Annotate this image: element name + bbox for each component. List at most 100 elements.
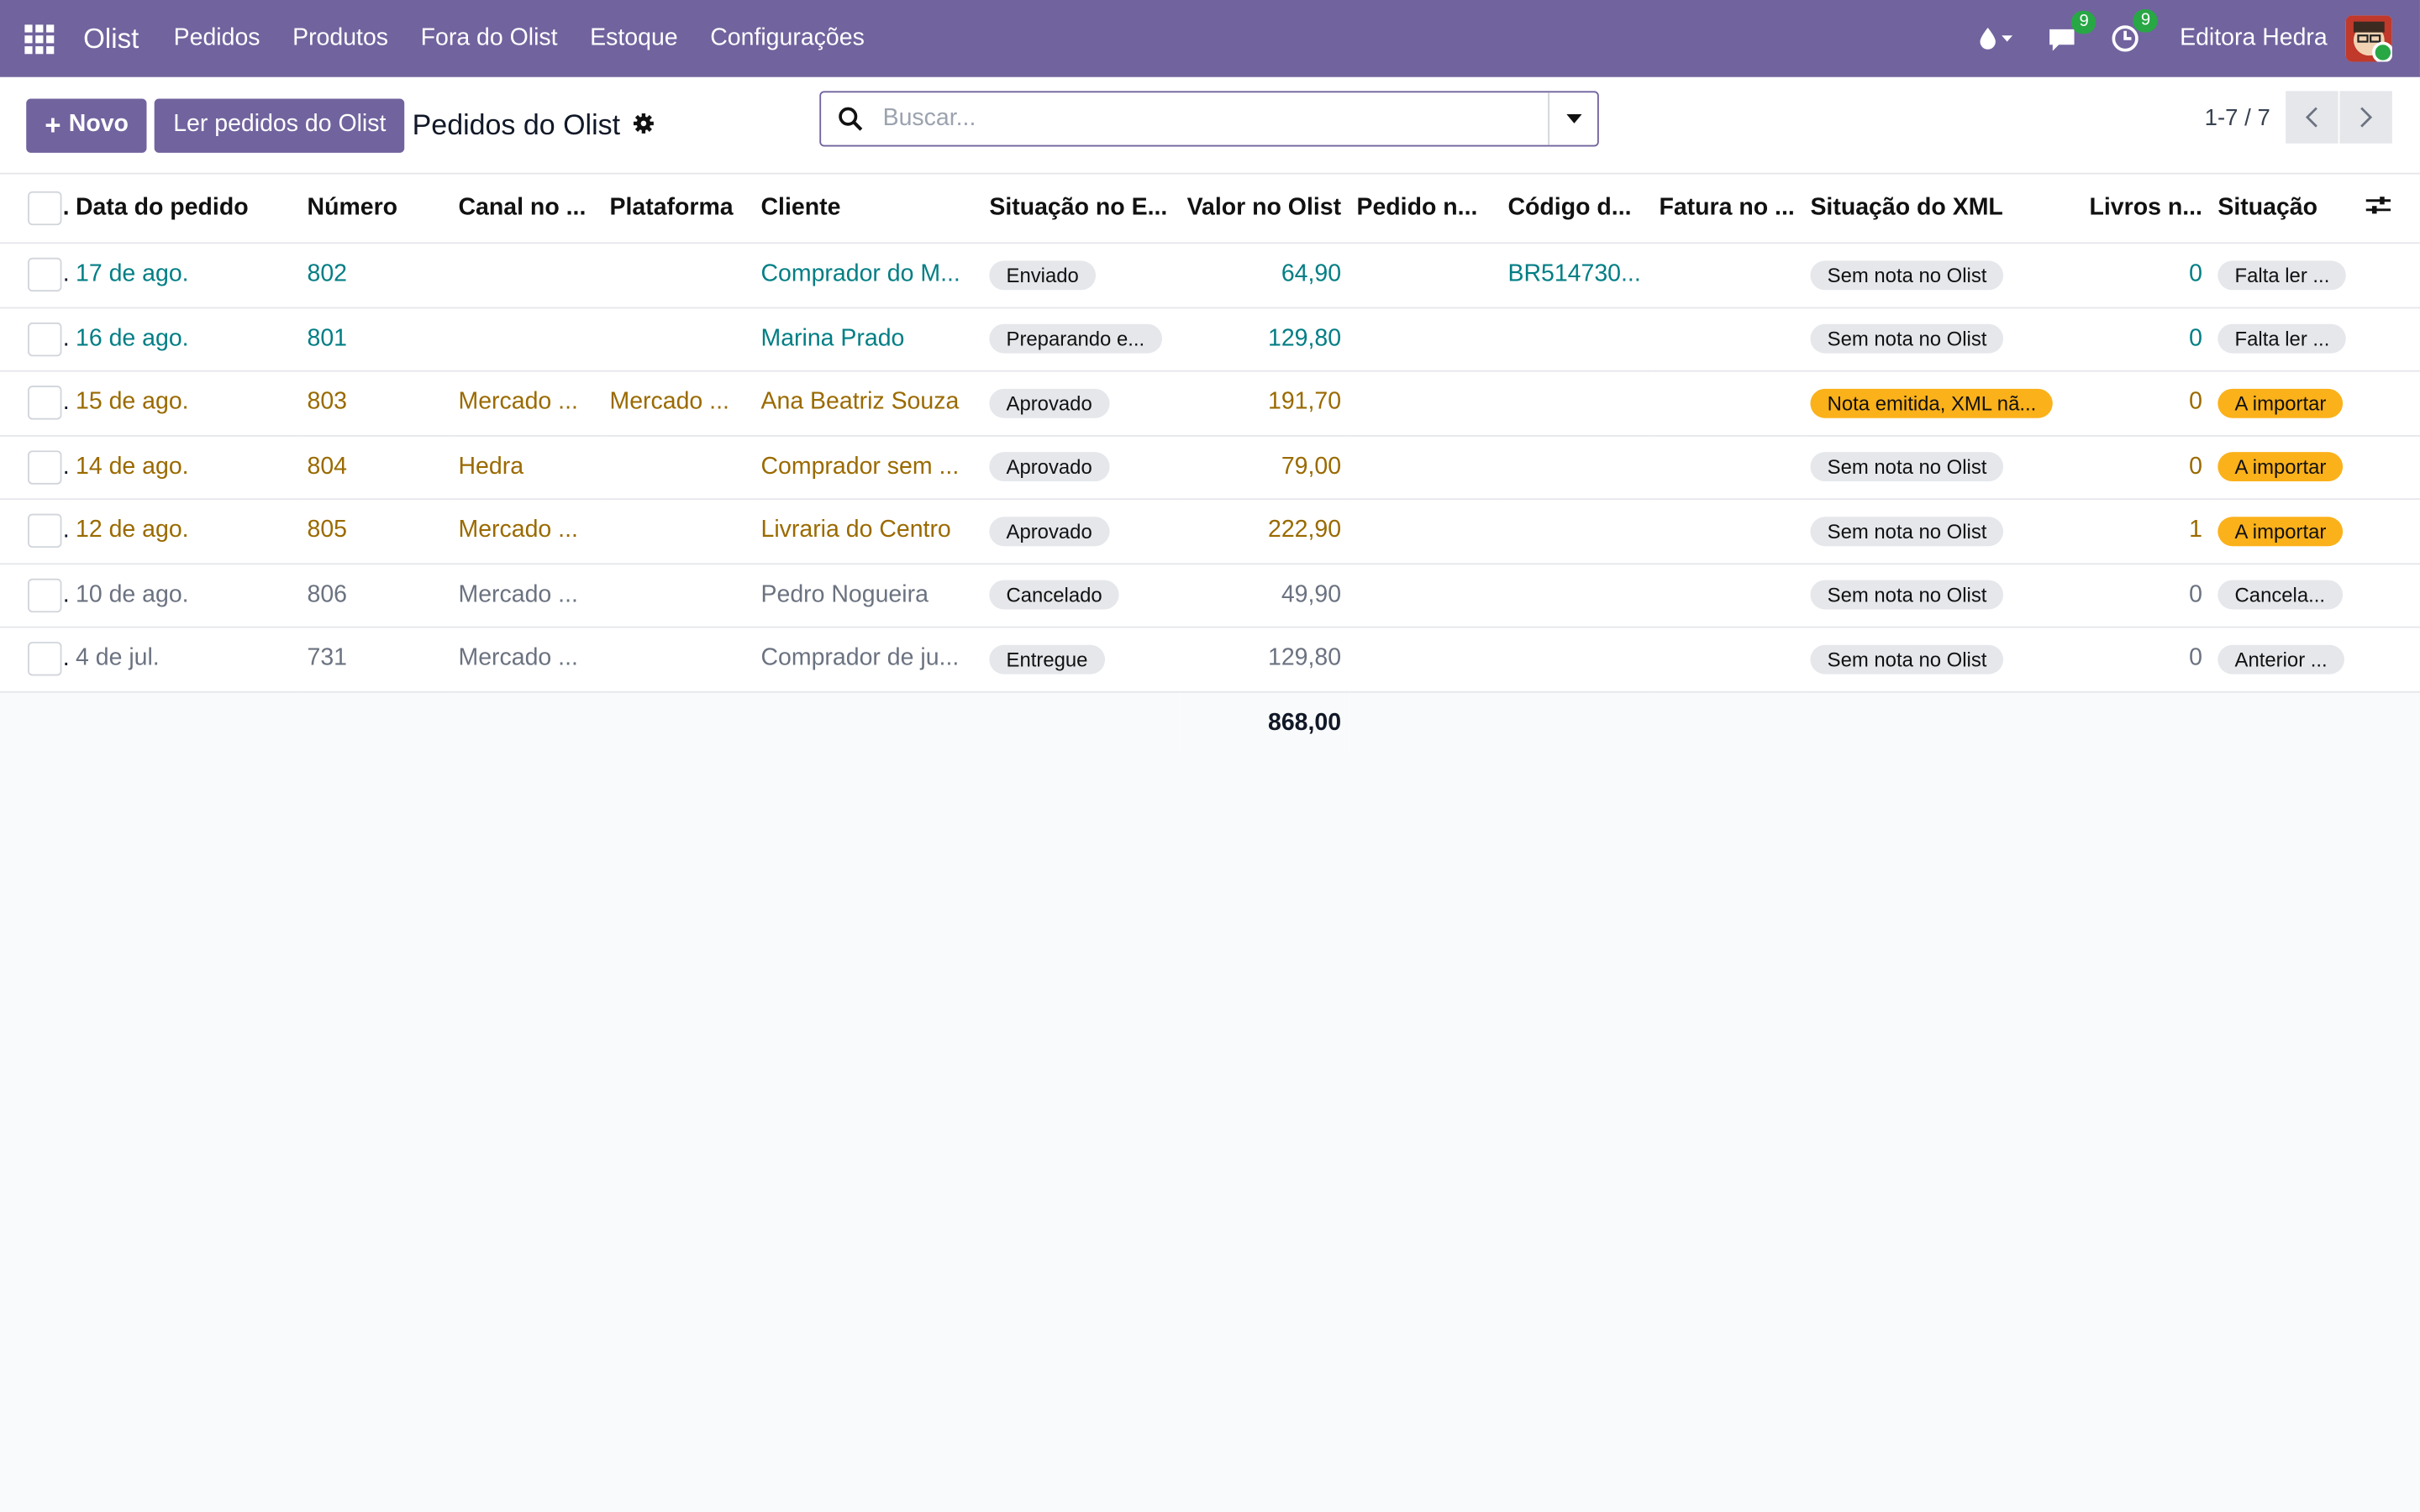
order-date[interactable]: 12 de ago.: [67, 499, 300, 564]
sales-channel[interactable]: Hedra: [450, 434, 602, 501]
new-button[interactable]: + Novo: [26, 97, 147, 152]
order-ref[interactable]: [1349, 499, 1501, 564]
invoice[interactable]: [1651, 563, 1803, 628]
platform[interactable]: [602, 627, 754, 692]
olist-value[interactable]: 64,90: [1179, 243, 1349, 308]
table-row[interactable]: 16 de ago. 801 Marina Prado Preparando e...…: [0, 307, 2420, 372]
menu-pedidos[interactable]: Pedidos: [157, 24, 276, 52]
customer[interactable]: Marina Prado: [753, 307, 982, 372]
column-header[interactable]: Pedido n...: [1349, 174, 1501, 244]
customer[interactable]: Comprador do M...: [753, 243, 982, 308]
platform[interactable]: [602, 434, 754, 501]
table-row[interactable]: 4 de jul. 731 Mercado ... Comprador de ju..…: [0, 627, 2420, 692]
tracking-code[interactable]: [1500, 499, 1652, 564]
column-header[interactable]: Canal no ...: [450, 174, 602, 244]
sales-channel[interactable]: Mercado ...: [450, 499, 602, 564]
row-checkbox[interactable]: [28, 258, 62, 292]
table-row[interactable]: 15 de ago. 803 Mercado ... Mercado ... Ana B…: [0, 370, 2420, 436]
activities-clock-icon[interactable]: 9: [2112, 9, 2159, 52]
user-avatar[interactable]: [2345, 15, 2392, 62]
platform[interactable]: [602, 499, 754, 564]
invoice[interactable]: [1651, 307, 1803, 372]
invoice[interactable]: [1651, 627, 1803, 692]
app-name[interactable]: Olist: [83, 23, 139, 55]
row-checkbox[interactable]: [28, 449, 62, 485]
gear-icon[interactable]: [633, 108, 655, 142]
books-count[interactable]: 0: [2074, 627, 2211, 692]
sales-channel[interactable]: [450, 307, 602, 372]
platform[interactable]: [602, 243, 754, 308]
column-header[interactable]: Número: [299, 174, 451, 244]
books-count[interactable]: 0: [2074, 243, 2211, 308]
sales-channel[interactable]: Mercado ...: [450, 563, 602, 628]
platform[interactable]: [602, 307, 754, 372]
company-name[interactable]: Editora Hedra: [2180, 24, 2328, 52]
order-date[interactable]: 17 de ago.: [67, 243, 300, 308]
books-count[interactable]: 0: [2074, 434, 2211, 501]
row-checkbox[interactable]: [28, 578, 62, 612]
drop-icon[interactable]: [1979, 26, 2013, 50]
search-options-dropdown[interactable]: [1548, 92, 1597, 145]
row-checkbox[interactable]: [28, 514, 62, 549]
column-header[interactable]: Data do pedido: [67, 174, 300, 244]
tracking-code[interactable]: [1500, 563, 1652, 628]
select-all-checkbox[interactable]: [28, 191, 62, 226]
menu-estoque[interactable]: Estoque: [574, 24, 694, 52]
read-orders-button[interactable]: Ler pedidos do Olist: [155, 97, 405, 152]
invoice[interactable]: [1651, 499, 1803, 564]
menu-produtos[interactable]: Produtos: [276, 24, 405, 52]
column-header[interactable]: Plataforma: [602, 174, 754, 244]
order-number[interactable]: 801: [299, 307, 451, 372]
sales-channel[interactable]: Mercado ...: [450, 627, 602, 692]
olist-value[interactable]: 129,80: [1179, 627, 1349, 692]
olist-value[interactable]: 49,90: [1179, 563, 1349, 628]
row-checkbox[interactable]: [28, 386, 62, 421]
order-ref[interactable]: [1349, 627, 1501, 692]
column-header[interactable]: Valor no Olist: [1179, 174, 1349, 244]
column-header[interactable]: Código d...: [1500, 174, 1652, 244]
order-number[interactable]: 804: [299, 434, 451, 501]
olist-value[interactable]: 222,90: [1179, 499, 1349, 564]
books-count[interactable]: 0: [2074, 307, 2211, 372]
tracking-code[interactable]: BR514730...: [1500, 243, 1652, 308]
invoice[interactable]: [1651, 370, 1803, 436]
books-count[interactable]: 0: [2074, 563, 2211, 628]
tracking-code[interactable]: [1500, 627, 1652, 692]
table-row[interactable]: 10 de ago. 806 Mercado ... Pedro Nogueira Ca…: [0, 563, 2420, 628]
optional-columns-toggle[interactable]: [2358, 174, 2420, 244]
tracking-code[interactable]: [1500, 307, 1652, 372]
app-menu-icon[interactable]: [0, 0, 77, 77]
sales-channel[interactable]: Mercado ...: [450, 370, 602, 436]
pager-value[interactable]: 1-7 / 7: [2205, 104, 2270, 130]
olist-value[interactable]: 79,00: [1179, 434, 1349, 501]
customer[interactable]: Comprador sem ...: [753, 434, 982, 501]
order-date[interactable]: 4 de jul.: [67, 627, 300, 692]
messages-icon[interactable]: 9: [2047, 9, 2096, 51]
olist-value[interactable]: 129,80: [1179, 307, 1349, 372]
table-row[interactable]: 17 de ago. 802 Comprador do M... Enviado 64,…: [0, 243, 2420, 308]
order-ref[interactable]: [1349, 434, 1501, 501]
olist-value[interactable]: 191,70: [1179, 370, 1349, 436]
pager-next-button[interactable]: [2339, 91, 2392, 144]
order-number[interactable]: 731: [299, 627, 451, 692]
order-date[interactable]: 16 de ago.: [67, 307, 300, 372]
search-input[interactable]: [879, 103, 1549, 134]
table-row[interactable]: 12 de ago. 805 Mercado ... Livraria do Cent…: [0, 499, 2420, 564]
invoice[interactable]: [1651, 243, 1803, 308]
column-header[interactable]: Fatura no ...: [1651, 174, 1803, 244]
table-row[interactable]: 14 de ago. 804 Hedra Comprador sem ... Aprov…: [0, 434, 2420, 501]
customer[interactable]: Pedro Nogueira: [753, 563, 982, 628]
order-ref[interactable]: [1349, 243, 1501, 308]
row-checkbox[interactable]: [28, 322, 62, 356]
column-header[interactable]: Situação: [2210, 174, 2359, 244]
order-number[interactable]: 802: [299, 243, 451, 308]
order-date[interactable]: 15 de ago.: [67, 370, 300, 436]
order-date[interactable]: 14 de ago.: [67, 434, 300, 501]
column-header[interactable]: Situação no E...: [981, 174, 1180, 244]
order-ref[interactable]: [1349, 370, 1501, 436]
row-checkbox[interactable]: [28, 642, 62, 676]
platform[interactable]: Mercado ...: [602, 370, 754, 436]
invoice[interactable]: [1651, 434, 1803, 501]
books-count[interactable]: 0: [2074, 370, 2211, 436]
order-ref[interactable]: [1349, 307, 1501, 372]
